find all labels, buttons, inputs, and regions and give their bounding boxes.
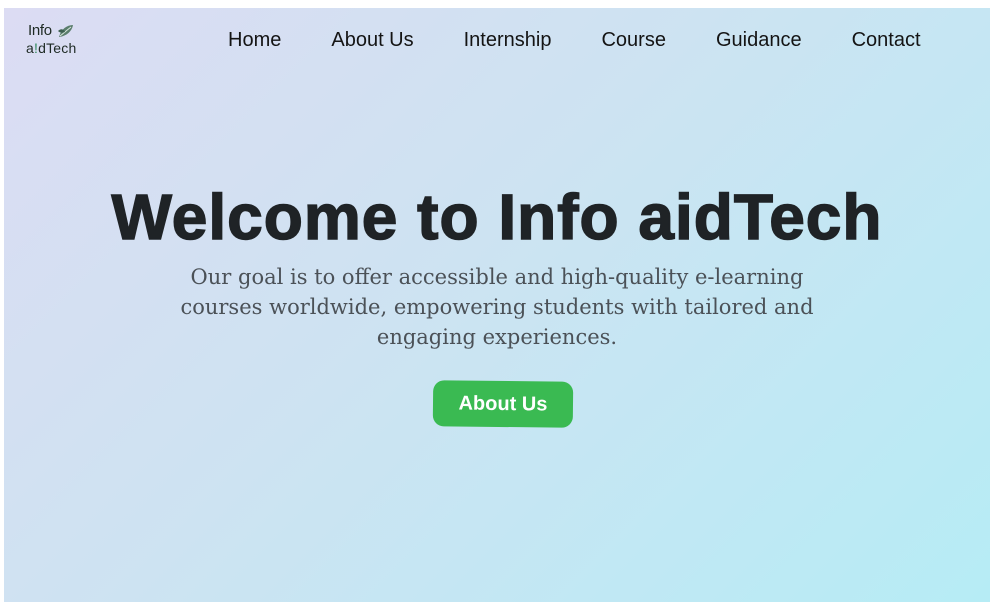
site-logo[interactable]: Info a!dTech	[26, 20, 90, 60]
nav-course[interactable]: Course	[601, 29, 665, 52]
logo-text-top: Info	[28, 22, 52, 39]
nav-guidance[interactable]: Guidance	[716, 29, 802, 52]
landing-page: Info a!dTech Home About Us Internship Co…	[4, 8, 990, 602]
logo-text-bottom: a!dTech	[26, 40, 76, 56]
nav-internship[interactable]: Internship	[464, 29, 552, 52]
leaf-icon	[58, 25, 73, 37]
hero-title: Welcome to Info aidTech	[111, 180, 883, 254]
logo-letters-rest: dTech	[38, 40, 77, 56]
logo-letter-a: a	[26, 40, 34, 56]
main-nav: Home About Us Internship Course Guidance…	[228, 28, 921, 52]
nav-contact[interactable]: Contact	[852, 29, 921, 52]
nav-home[interactable]: Home	[228, 29, 281, 52]
nav-about-us[interactable]: About Us	[331, 29, 413, 52]
hero-subtitle: Our goal is to offer accessible and high…	[180, 265, 814, 349]
about-us-button[interactable]: About Us	[432, 380, 574, 428]
